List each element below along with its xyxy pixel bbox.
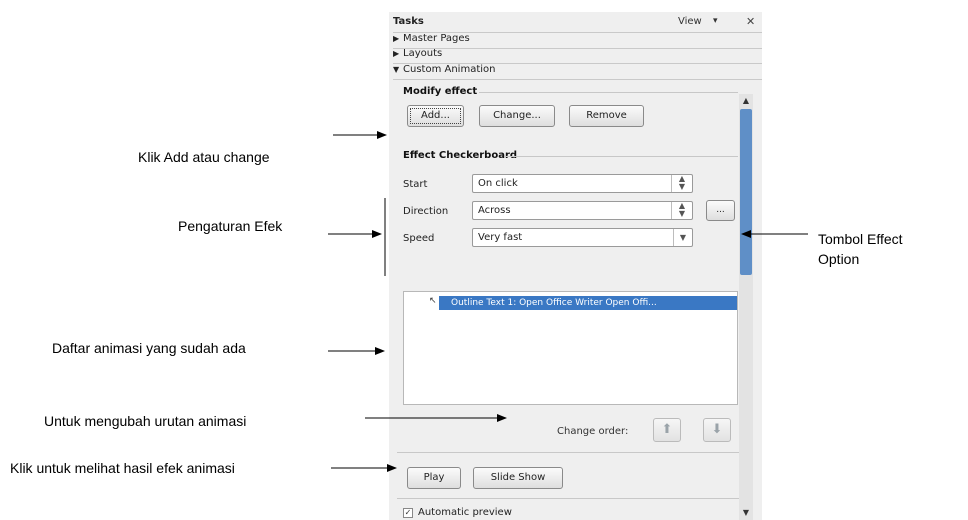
annotation-arrows: [328, 131, 808, 472]
